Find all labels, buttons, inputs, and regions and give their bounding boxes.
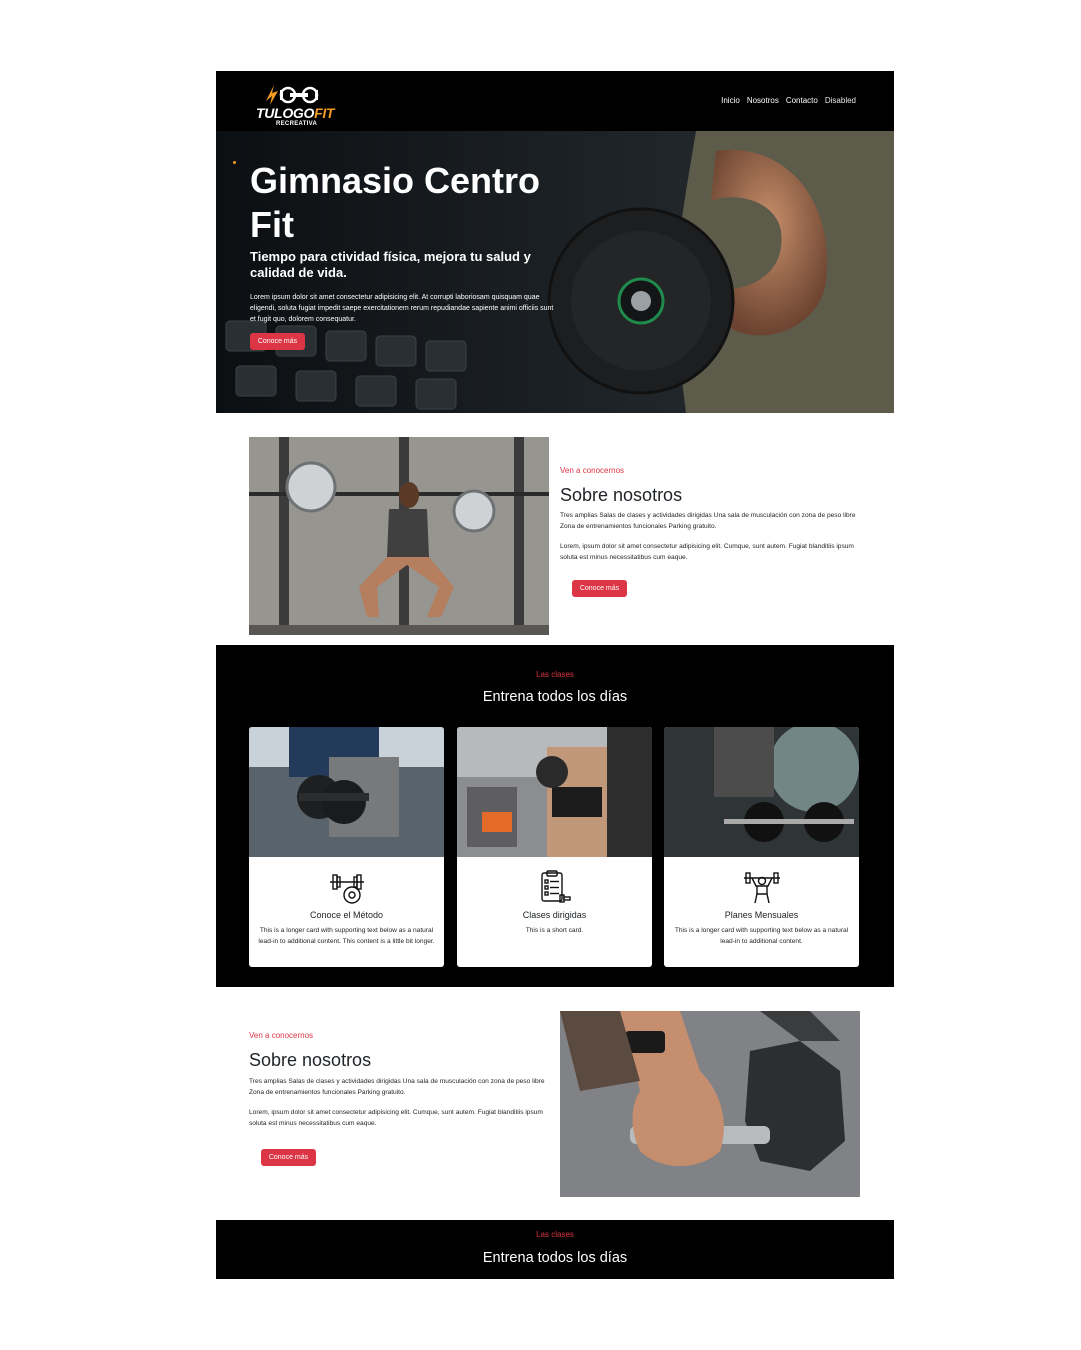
about-text-2: Lorem, ipsum dolor sit amet consectetur …	[560, 543, 854, 561]
card-trainer-image	[457, 727, 652, 857]
about-kicker: Ven a conocernos	[560, 466, 625, 475]
card-text: This is a longer card with supporting te…	[674, 927, 849, 945]
card-text: This is a longer card with supporting te…	[258, 927, 435, 945]
nav-link-disabled: Disabled	[824, 96, 856, 105]
page: TULOGOFIT RECREATIVA Inicio Nosotros Con…	[216, 71, 894, 1279]
card-barbell-image	[664, 727, 859, 857]
about-title: Sobre nosotros	[560, 485, 683, 505]
about2-dumbbell-hand-image	[560, 1011, 860, 1197]
class-card-planes[interactable]: Planes Mensuales This is a longer card w…	[664, 727, 859, 967]
brand-logo[interactable]: TULOGOFIT RECREATIVA	[256, 81, 356, 127]
nav-link-nosotros[interactable]: Nosotros	[747, 96, 779, 105]
card-dumbbell-image	[249, 727, 444, 857]
card-title: Planes Mensuales	[724, 910, 799, 920]
logo-subtitle: RECREATIVA	[276, 121, 318, 127]
about2-cta-button[interactable]: Conoce más	[261, 1149, 316, 1166]
about-section: Ven a conocernos Sobre nosotros Tres amp…	[216, 413, 894, 645]
about-text-1: Tres amplias Salas de clases y actividad…	[560, 512, 856, 530]
logo-brand: TULOGOFIT	[256, 105, 335, 121]
hero-subtitle: Tiempo para ctividad física, mejora tu s…	[250, 249, 531, 280]
about2-title: Sobre nosotros	[249, 1050, 372, 1070]
classes-title: Entrena todos los días	[482, 689, 628, 705]
card-title: Conoce el Método	[309, 910, 384, 920]
logo-dumbbell-icon	[266, 85, 319, 105]
nav-links: Inicio Nosotros Contacto Disabled	[721, 96, 856, 105]
about-cta-button[interactable]: Conoce más	[572, 580, 627, 597]
clipboard-checklist-icon	[541, 870, 571, 903]
about-section-2: Ven a conocernos Sobre nosotros Tres amp…	[216, 987, 894, 1220]
about2-kicker: Ven a conocernos	[249, 1031, 314, 1040]
hero-text: Lorem ipsum dolor sit amet consectetur a…	[250, 294, 554, 323]
about2-text-2: Lorem, ipsum dolor sit amet consectetur …	[249, 1109, 543, 1127]
navbar: TULOGOFIT RECREATIVA Inicio Nosotros Con…	[216, 71, 894, 131]
nav-link-inicio[interactable]: Inicio	[721, 96, 740, 105]
classes-section: Las clases Entrena todos los días Conoce…	[216, 645, 894, 987]
classes-kicker: Las clases	[536, 670, 574, 679]
classes2-title: Entrena todos los días	[482, 1250, 628, 1266]
card-text: This is a short card.	[525, 927, 584, 934]
card-title: Clases dirigidas	[522, 910, 587, 920]
nav-link-contacto[interactable]: Contacto	[786, 96, 818, 105]
class-card-clases[interactable]: Clases dirigidas This is a short card.	[457, 727, 652, 967]
hero-title: Gimnasio Centro Fit	[250, 160, 541, 245]
about-squat-image	[249, 437, 549, 635]
barbell-plate-icon	[330, 874, 364, 904]
hero-accent-dot	[233, 161, 236, 164]
weightlifter-icon	[744, 872, 780, 904]
class-card-metodo[interactable]: Conoce el Método This is a longer card w…	[249, 727, 444, 967]
hero-section: Gimnasio Centro Fit Tiempo para ctividad…	[216, 131, 894, 413]
classes2-kicker: Las clases	[536, 1230, 574, 1239]
hero-cta-button[interactable]: Conoce más	[250, 333, 305, 350]
about2-text-1: Tres amplias Salas de clases y actividad…	[249, 1078, 545, 1096]
classes-section-2: Las clases Entrena todos los días	[216, 1220, 894, 1279]
